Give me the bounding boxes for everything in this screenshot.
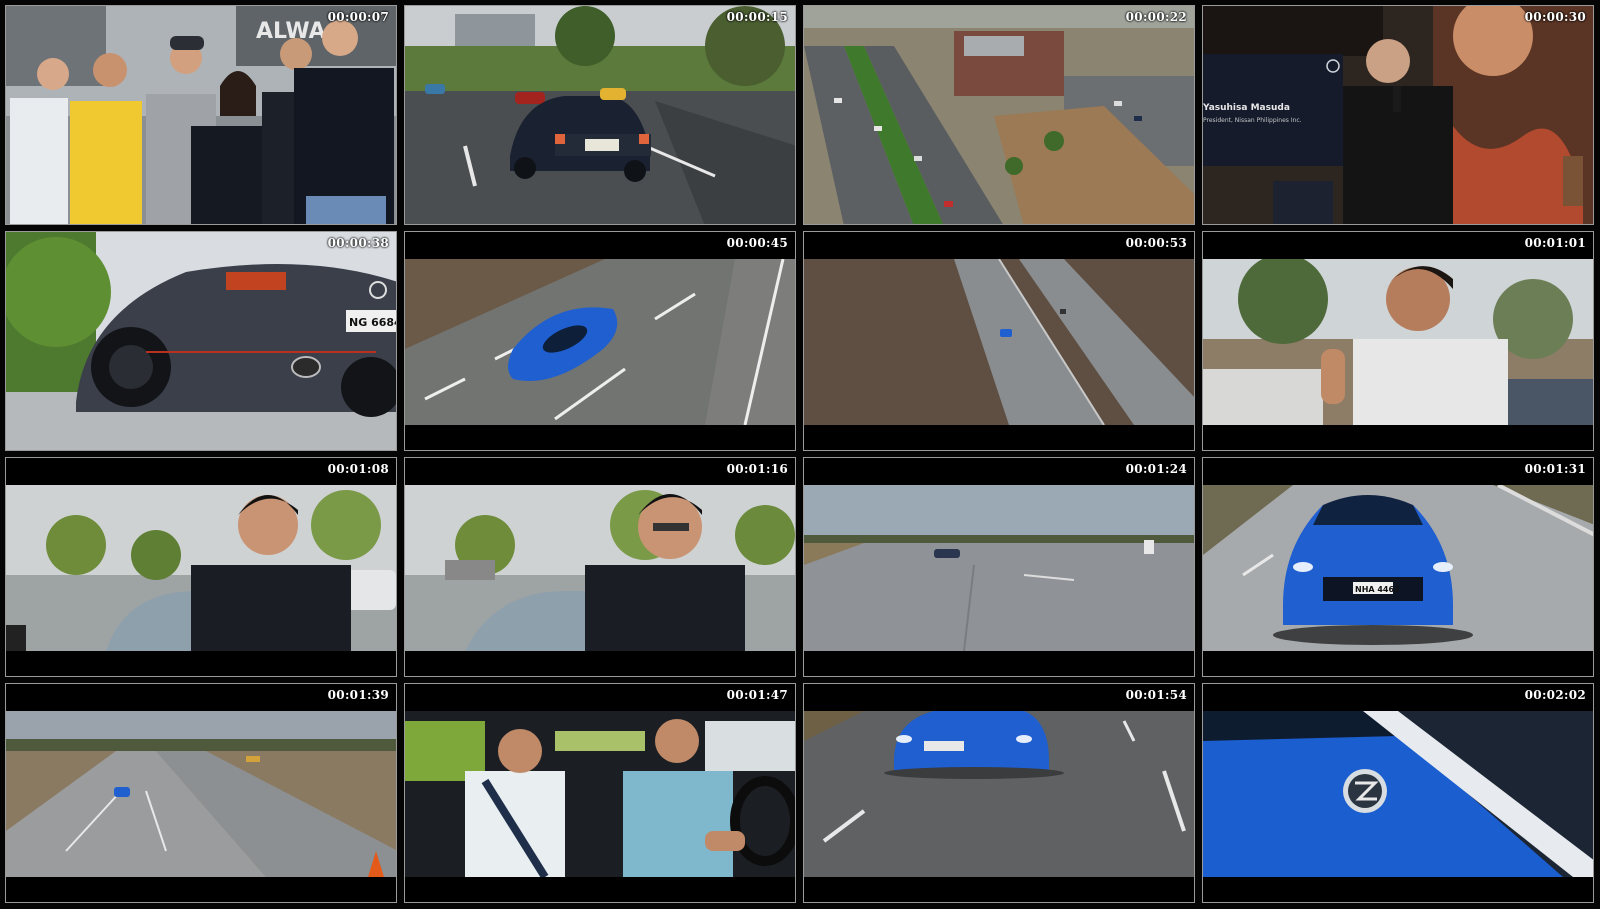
scene-man-waving — [1203, 259, 1593, 425]
scene-classic-car-road — [405, 6, 795, 224]
frame-timestamp: 00:00:22 — [1125, 10, 1187, 24]
scene-group-photo: ALWA — [6, 6, 396, 224]
scene-interview-front — [405, 485, 795, 651]
frame-tile: 00:01:08 — [5, 457, 397, 677]
scene-presenter: Yasuhisa Masuda President, Nissan Philip… — [1203, 6, 1593, 224]
scene-aerial-parking — [804, 6, 1194, 224]
scene-aerial-track — [804, 259, 1194, 425]
frame-tile: NG 6684 00:00:38 — [5, 231, 397, 451]
rear-plate: NG 6684 — [349, 316, 396, 329]
frame-tile: 00:01:47 — [404, 683, 796, 903]
presenter-name: Yasuhisa Masuda — [1203, 103, 1290, 113]
frame-timestamp: 00:01:54 — [1125, 688, 1187, 702]
frame-tile: 00:02:02 — [1202, 683, 1594, 903]
frame-timestamp: 00:01:08 — [327, 462, 389, 476]
scene-blue-car-front: NHA 4462 — [1203, 485, 1593, 651]
frame-timestamp: 00:00:07 — [327, 10, 389, 24]
frame-timestamp: 00:01:31 — [1524, 462, 1586, 476]
frame-timestamp: 00:01:01 — [1524, 236, 1586, 250]
frame-tile: 00:00:22 — [803, 5, 1195, 225]
frame-tile: 00:01:01 — [1202, 231, 1594, 451]
frame-timestamp: 00:01:16 — [726, 462, 788, 476]
scene-car-rear: NG 6684 — [6, 232, 396, 450]
frame-tile: 00:00:53 — [803, 231, 1195, 451]
frame-timestamp: 00:01:47 — [726, 688, 788, 702]
presenter-title: President, Nissan Philippines Inc. — [1203, 117, 1302, 124]
frame-timestamp: 00:00:15 — [726, 10, 788, 24]
frame-timestamp: 00:00:38 — [327, 236, 389, 250]
scene-hood-badge — [1203, 711, 1593, 877]
frame-tile: 00:00:45 — [404, 231, 796, 451]
scene-track-cones — [6, 711, 396, 877]
frame-tile: ALWA 00:00:07 — [5, 5, 397, 225]
scene-aerial-blue-car — [405, 259, 795, 425]
scene-interview-side — [6, 485, 396, 651]
contact-sheet: ALWA 00:00:07 00:00:15 00:00:22 Yasuhisa… — [0, 0, 1600, 909]
frame-timestamp: 00:01:39 — [327, 688, 389, 702]
scene-car-interior — [405, 711, 795, 877]
frame-tile: 00:01:54 — [803, 683, 1195, 903]
frame-tile: 00:00:15 — [404, 5, 796, 225]
frame-tile: 00:01:39 — [5, 683, 397, 903]
frame-tile: 00:01:24 — [803, 457, 1195, 677]
front-plate: NHA 4462 — [1355, 585, 1400, 594]
frame-timestamp: 00:00:45 — [726, 236, 788, 250]
frame-timestamp: 00:01:24 — [1125, 462, 1187, 476]
frame-tile: Yasuhisa Masuda President, Nissan Philip… — [1202, 5, 1594, 225]
frame-timestamp: 00:00:30 — [1524, 10, 1586, 24]
frame-timestamp: 00:02:02 — [1524, 688, 1586, 702]
frame-tile: 00:01:16 — [404, 457, 796, 677]
scene-blue-car-low — [804, 711, 1194, 877]
frame-tile: NHA 4462 00:01:31 — [1202, 457, 1594, 677]
frame-timestamp: 00:00:53 — [1125, 236, 1187, 250]
scene-distant-car — [804, 485, 1194, 651]
